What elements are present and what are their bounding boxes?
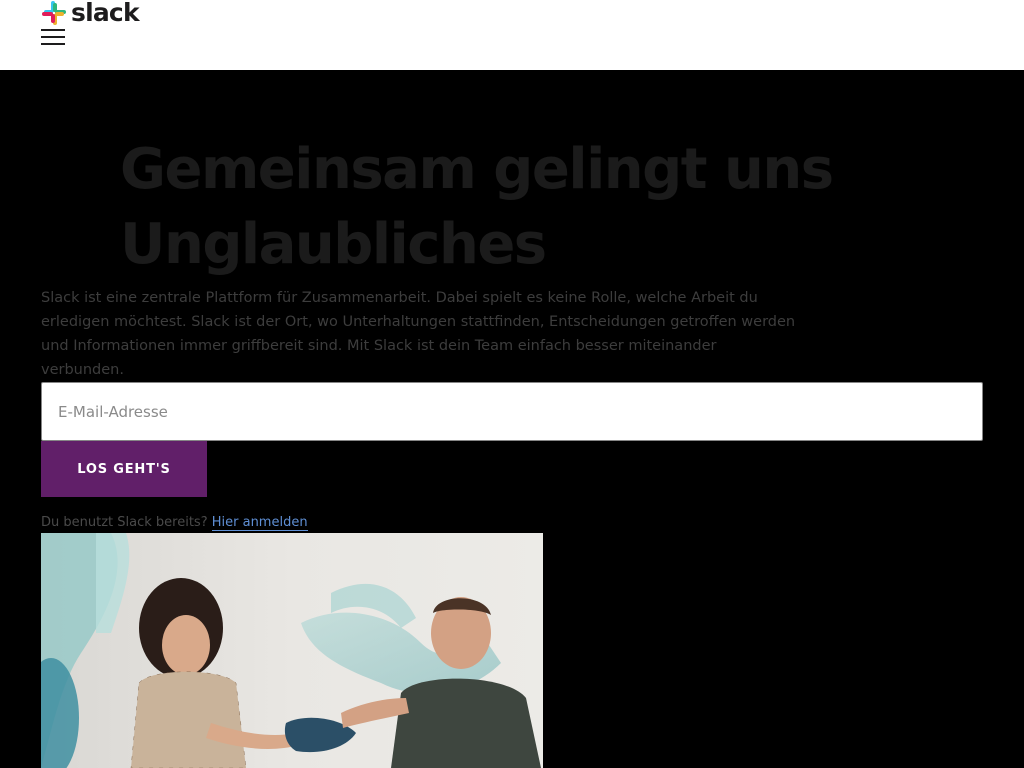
hero-description: Slack ist eine zentrale Plattform für Zu… (41, 290, 796, 378)
hero-section: Gemeinsam gelingt uns Unglaubliches Slac… (0, 70, 1024, 768)
signin-link[interactable]: Hier anmelden (211, 515, 308, 531)
slack-logo[interactable]: slack (41, 0, 140, 27)
get-started-button[interactable]: LOS GEHT'S (41, 441, 207, 497)
page-title: Gemeinsam gelingt uns Unglaubliches (120, 137, 834, 277)
video-still-image (41, 533, 543, 768)
menu-line (41, 29, 65, 31)
hamburger-menu-icon[interactable] (41, 29, 65, 47)
signin-text: Du benutzt Slack bereits? (41, 515, 208, 530)
menu-line (41, 36, 65, 38)
slack-logo-icon (42, 1, 66, 25)
email-field[interactable] (41, 382, 983, 441)
brand-name: slack (71, 0, 140, 27)
signin-prompt: Du benutzt Slack bereits? Hier anmelden (41, 513, 308, 533)
hero-video[interactable] (41, 533, 543, 768)
site-header: slack (0, 0, 1024, 70)
menu-line (41, 43, 65, 45)
